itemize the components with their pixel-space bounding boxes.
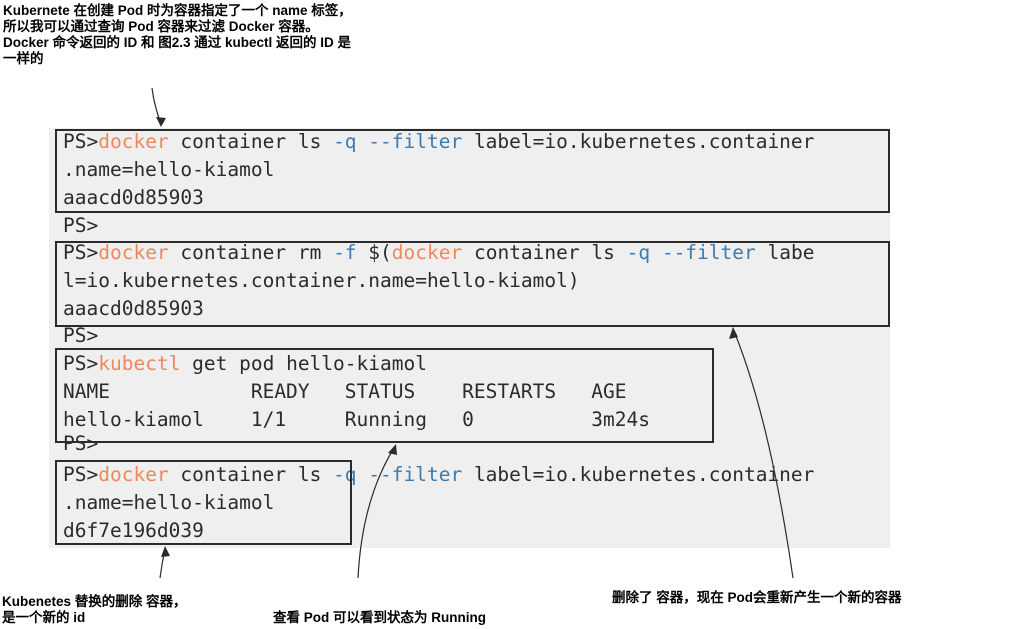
- annotation-arrows: [151, 87, 794, 579]
- bottom-left-annotation: Kubenetes 替换的删除 容器， 是一个新的 id: [2, 594, 187, 625]
- bottom-right-annotation: 删除了 容器，现在 Pod会重新产生一个新的容器: [612, 590, 902, 605]
- arrowhead-bottom-right: [729, 327, 738, 339]
- arrow-bottom-right: [733, 330, 794, 579]
- arrowhead-bottom-left: [161, 546, 170, 557]
- arrowhead-bottom-center: [388, 444, 397, 455]
- arrow-bottom-center: [357, 447, 395, 579]
- bottom-center-annotation: 查看 Pod 可以看到状态为 Running: [273, 610, 486, 625]
- arrowhead-top: [156, 117, 166, 127]
